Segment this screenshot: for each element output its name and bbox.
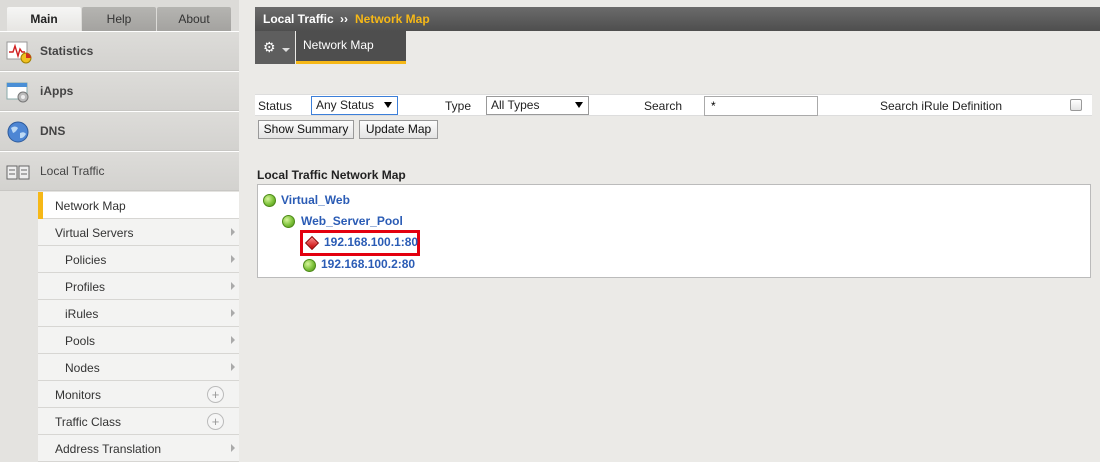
status-select-value: Any Status — [316, 98, 375, 112]
chevron-right-icon — [231, 309, 235, 317]
tab-main[interactable]: Main — [7, 7, 81, 32]
sidebar-item-label: Virtual Servers — [55, 226, 134, 240]
map-title: Local Traffic Network Map — [257, 168, 406, 182]
chevron-right-icon — [231, 228, 235, 236]
nav-section-label: iApps — [40, 84, 74, 98]
sidebar-item-irules[interactable]: iRules — [38, 300, 239, 327]
sidebar-item-label: Address Translation — [55, 442, 162, 456]
irule-search-label: Search iRule Definition — [880, 99, 1003, 113]
nav-section-statistics[interactable]: Statistics — [0, 31, 239, 71]
nav-section-iapps[interactable]: iApps — [0, 71, 239, 111]
tab-network-map[interactable]: Network Map — [296, 31, 406, 64]
sidebar-item-virtual-servers[interactable]: Virtual Servers — [38, 219, 239, 246]
sidebar-item-nodes[interactable]: Nodes — [38, 354, 239, 381]
network-map-tree: Virtual_Web Web_Server_Pool 192.168.100.… — [257, 184, 1091, 278]
pool-link[interactable]: Web_Server_Pool — [301, 214, 403, 228]
search-input[interactable] — [704, 96, 818, 116]
type-label: Type — [445, 99, 472, 113]
top-tabs: Main Help About — [0, 0, 239, 32]
sidebar-item-network-map[interactable]: Network Map — [38, 192, 239, 219]
update-map-button[interactable]: Update Map — [359, 120, 438, 139]
chevron-right-icon — [231, 444, 235, 452]
globe-icon — [6, 120, 32, 144]
type-select[interactable]: All Types — [486, 96, 589, 115]
pool-member-link[interactable]: 192.168.100.1:80 — [324, 235, 418, 249]
dropdown-arrow-icon — [575, 102, 583, 108]
type-select-value: All Types — [491, 98, 540, 112]
chevron-right-icon — [231, 336, 235, 344]
status-green-icon — [303, 259, 316, 272]
sidebar-item-monitors[interactable]: Monitors + — [38, 381, 239, 408]
tab-label: Network Map — [303, 38, 374, 52]
caret-down-icon — [282, 48, 290, 52]
sidebar-item-policies[interactable]: Policies — [38, 246, 239, 273]
status-select[interactable]: Any Status — [311, 96, 398, 115]
subnav-bar: ⚙ Network Map — [255, 31, 1100, 64]
nav-section-label: DNS — [40, 124, 66, 138]
chevron-right-icon — [231, 363, 235, 371]
gear-icon: ⚙ — [263, 39, 276, 55]
virtual-server-link[interactable]: Virtual_Web — [281, 193, 350, 207]
settings-menu-button[interactable]: ⚙ — [255, 31, 295, 64]
sidebar-item-label: Traffic Class — [55, 415, 122, 429]
chevron-right-icon — [231, 282, 235, 290]
sidebar-item-profiles[interactable]: Profiles — [38, 273, 239, 300]
irule-search-checkbox[interactable] — [1070, 99, 1082, 111]
status-green-icon — [282, 215, 295, 228]
add-icon[interactable]: + — [207, 413, 224, 430]
iapps-icon — [6, 80, 32, 104]
statistics-icon — [6, 40, 32, 64]
breadcrumb: Local Traffic ›› Network Map — [255, 7, 1100, 31]
tab-about[interactable]: About — [157, 7, 231, 32]
sidebar-item-label: Profiles — [65, 280, 106, 294]
tab-help[interactable]: Help — [82, 7, 156, 32]
status-label: Status — [258, 99, 293, 113]
sidebar-item-label: Nodes — [65, 361, 100, 375]
dropdown-arrow-icon — [384, 102, 392, 108]
sidebar-item-address-translation[interactable]: Address Translation — [38, 435, 239, 462]
filter-bar: Status Any Status Type All Types Search … — [255, 94, 1092, 116]
nav-section-dns[interactable]: DNS — [0, 111, 239, 151]
pool-member-link[interactable]: 192.168.100.2:80 — [321, 257, 415, 271]
nav-section-label: Statistics — [40, 44, 94, 58]
breadcrumb-separator: ›› — [340, 12, 348, 26]
sidebar-item-label: Pools — [65, 334, 96, 348]
sidebar-item-traffic-class[interactable]: Traffic Class + — [38, 408, 239, 435]
show-summary-button[interactable]: Show Summary — [258, 120, 354, 139]
search-label: Search — [644, 99, 683, 113]
sidebar-item-label: Policies — [65, 253, 107, 267]
status-green-icon — [263, 194, 276, 207]
sidebar: Main Help About Statistics iApps DNS Loc… — [0, 0, 239, 462]
chevron-right-icon — [231, 255, 235, 263]
sidebar-item-pools[interactable]: Pools — [38, 327, 239, 354]
breadcrumb-section[interactable]: Local Traffic — [263, 12, 334, 26]
sidebar-item-label: Network Map — [55, 199, 126, 213]
sidebar-item-label: iRules — [65, 307, 99, 321]
nav-section-label: Local Traffic — [40, 164, 105, 178]
breadcrumb-page: Network Map — [355, 12, 430, 26]
sidebar-item-label: Monitors — [55, 388, 102, 402]
add-icon[interactable]: + — [207, 386, 224, 403]
local-traffic-icon — [6, 160, 32, 184]
nav-section-local-traffic[interactable]: Local Traffic — [0, 151, 239, 191]
